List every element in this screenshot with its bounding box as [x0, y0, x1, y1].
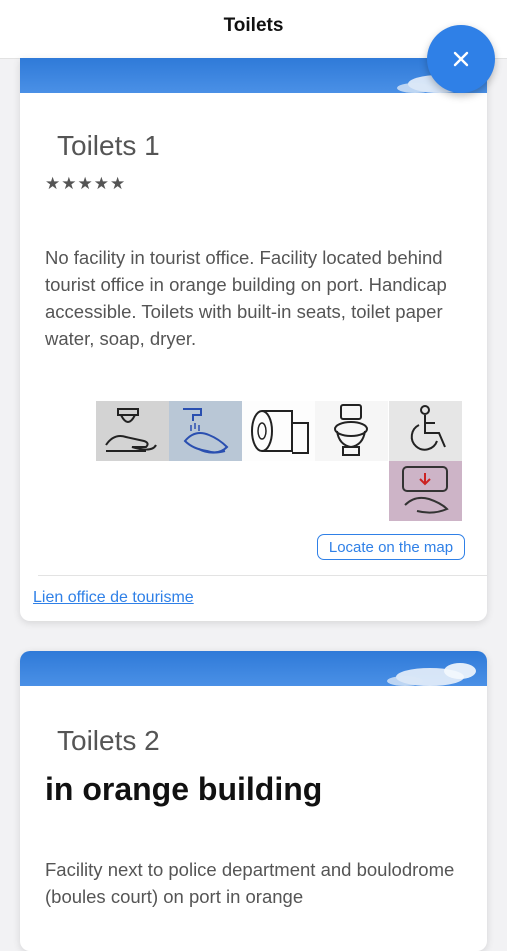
toilet-card-2: Toilets 2 in orange building Facility ne…	[20, 651, 487, 951]
close-button[interactable]	[427, 25, 495, 93]
soap-icon	[96, 401, 169, 461]
hand-dryer-icon	[389, 461, 462, 521]
card-description: No facility in tourist office. Facility …	[45, 247, 447, 349]
card-title: Toilets 1	[57, 130, 160, 161]
divider	[38, 575, 487, 576]
tourism-office-link[interactable]: Lien office de tourisme	[33, 589, 194, 607]
toilet-card-1: Toilets 1 ★★★★★ No facility in tourist o…	[20, 58, 487, 621]
card-description: Facility next to police department and b…	[45, 859, 455, 907]
card-title: Toilets 2	[57, 725, 160, 756]
card-subtitle: in orange building	[45, 771, 323, 807]
wheelchair-icon	[389, 401, 462, 461]
rating-stars: ★★★★★	[45, 174, 127, 193]
sky-banner	[20, 58, 487, 93]
sky-banner	[20, 651, 487, 686]
hand-washing-icon	[169, 401, 242, 461]
page-title: Toilets	[223, 15, 284, 36]
toilet-icon	[315, 401, 388, 461]
close-icon	[453, 51, 469, 67]
toilet-paper-icon	[242, 401, 315, 461]
locate-on-map-button[interactable]: Locate on the map	[317, 534, 465, 560]
